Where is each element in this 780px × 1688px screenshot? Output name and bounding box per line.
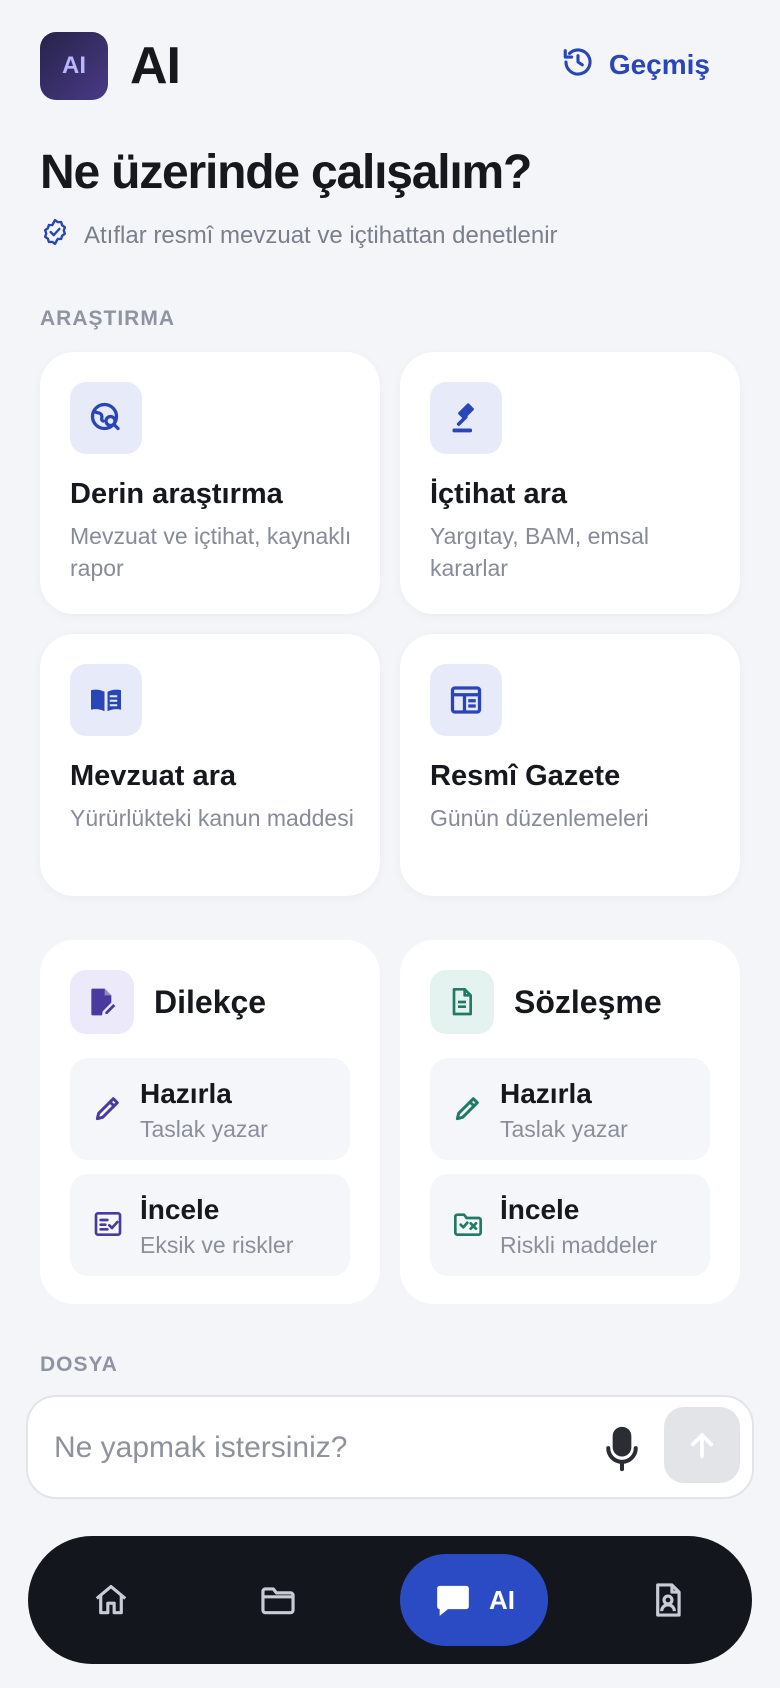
action-description: Eksik ve riskler: [140, 1232, 294, 1258]
card-title: Resmî Gazete: [430, 760, 621, 792]
microphone-icon[interactable]: [600, 1425, 644, 1473]
action-title: İncele: [140, 1194, 220, 1225]
pencil-icon: [455, 1097, 479, 1121]
petition-icon: [70, 970, 134, 1034]
contract-icon: [430, 970, 494, 1034]
petition-header: Dilekçe: [70, 970, 266, 1034]
petition-group: Dilekçe Hazırla Taslak yazar İncele Eksi…: [40, 940, 380, 1304]
deep-research-card[interactable]: Derin araştırma Mevzuat ve içtihat, kayn…: [40, 352, 380, 614]
contract-title: Sözleşme: [514, 983, 662, 1020]
open-book-icon: [70, 664, 142, 736]
verified-badge-icon: [40, 217, 70, 254]
petition-draft-button[interactable]: Hazırla Taslak yazar: [70, 1058, 350, 1160]
page-title: Ne üzerinde çalışalım?: [40, 146, 532, 199]
pencil-icon: [95, 1097, 119, 1121]
nav-ai[interactable]: AI: [400, 1554, 548, 1646]
prompt-composer: [26, 1395, 754, 1499]
section-label-research: ARAŞTIRMA: [40, 307, 175, 330]
action-title: Hazırla: [140, 1078, 232, 1109]
history-button[interactable]: Geçmiş: [561, 44, 710, 86]
history-label: Geçmiş: [608, 49, 710, 80]
card-title: Derin araştırma: [70, 478, 283, 510]
contract-review-button[interactable]: İncele Riskli maddeler: [430, 1174, 710, 1276]
arrow-up-icon: [690, 1433, 714, 1459]
contract-header: Sözleşme: [430, 970, 662, 1034]
verification-note: Atıflar resmî mevzuat ve içtihattan dene…: [40, 217, 558, 254]
globe-search-icon: [70, 382, 142, 454]
action-description: Taslak yazar: [500, 1116, 628, 1142]
petition-title: Dilekçe: [154, 983, 267, 1020]
nav-ai-label: AI: [489, 1584, 515, 1615]
card-description: Yargıtay, BAM, emsal kararlar: [430, 523, 649, 581]
action-description: Riskli maddeler: [500, 1232, 658, 1258]
header: AI AI Geçmiş: [40, 32, 740, 100]
home-icon: [95, 1584, 127, 1615]
case-law-search-card[interactable]: İçtihat ara Yargıtay, BAM, emsal kararla…: [400, 352, 740, 614]
action-title: Hazırla: [500, 1078, 592, 1109]
card-title: İçtihat ara: [430, 478, 567, 510]
official-gazette-card[interactable]: Resmî Gazete Günün düzenlemeleri: [400, 634, 740, 896]
app-title: AI: [130, 37, 181, 95]
card-title: Mevzuat ara: [70, 760, 237, 792]
nav-profile[interactable]: [618, 1536, 718, 1664]
card-description: Yürürlükteki kanun maddesi: [70, 805, 354, 831]
nav-files[interactable]: [228, 1536, 328, 1664]
newspaper-icon: [430, 664, 502, 736]
contact-card-icon: [656, 1583, 681, 1617]
bottom-nav: AI: [28, 1536, 752, 1664]
chat-icon: [437, 1585, 469, 1616]
app-logo: AI: [40, 32, 108, 100]
folder-x-icon: [454, 1213, 482, 1236]
folder-icon: [261, 1587, 295, 1615]
history-icon: [561, 45, 595, 86]
gavel-icon: [430, 382, 502, 454]
card-description: Günün düzenlemeleri: [430, 805, 649, 831]
prompt-input[interactable]: [54, 1421, 574, 1475]
action-description: Taslak yazar: [140, 1116, 268, 1142]
section-label-file: DOSYA: [40, 1353, 118, 1376]
contract-draft-button[interactable]: Hazırla Taslak yazar: [430, 1058, 710, 1160]
nav-home[interactable]: [61, 1536, 161, 1664]
verification-text: Atıflar resmî mevzuat ve içtihattan dene…: [84, 221, 558, 249]
contract-group: Sözleşme Hazırla Taslak yazar İncele Ris…: [400, 940, 740, 1304]
card-description: Mevzuat ve içtihat, kaynaklı rapor: [70, 523, 352, 581]
legislation-search-card[interactable]: Mevzuat ara Yürürlükteki kanun maddesi: [40, 634, 380, 896]
petition-review-button[interactable]: İncele Eksik ve riskler: [70, 1174, 350, 1276]
send-button[interactable]: [664, 1407, 740, 1483]
checklist-icon: [94, 1212, 122, 1236]
action-title: İncele: [500, 1194, 580, 1225]
